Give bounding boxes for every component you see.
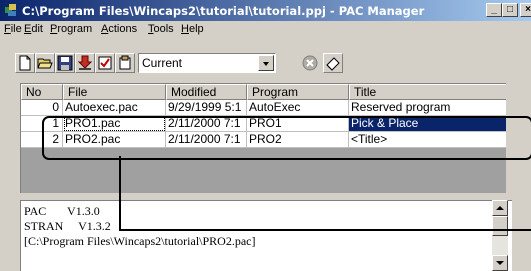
property-button[interactable] [115, 53, 135, 73]
cell-program: AutoExec [247, 100, 349, 116]
eraser-icon [326, 57, 340, 71]
cell-file: PRO2.pac [63, 132, 166, 148]
program-list[interactable]: No File Modified Program Title 0 Autoexe… [20, 83, 506, 193]
minimize-button[interactable]: _ [486, 3, 502, 17]
cell-title: Pick & Place [349, 116, 506, 132]
toolbar: Current [0, 40, 531, 76]
cell-no: 0 [21, 100, 63, 116]
chevron-down-icon[interactable] [258, 55, 274, 71]
check-button[interactable] [95, 53, 115, 73]
output-pane[interactable]: PAC V1.3.0 STRAN V1.3.2 [C:\Program File… [20, 200, 512, 271]
cell-file: Autoexec.pac [63, 100, 166, 116]
col-header-modified[interactable]: Modified [166, 84, 247, 100]
table-row-selected[interactable]: 1 PRO1.pac 2/11/2000 7:1 PRO1 Pick & Pla… [21, 116, 506, 132]
cell-program: PRO2 [247, 132, 349, 148]
cell-modified: 9/29/1999 5:1 [166, 100, 247, 116]
close-button[interactable]: × [520, 3, 531, 17]
table-row[interactable]: 2 PRO2.pac 2/11/2000 7:1 PRO2 <Title> [21, 132, 506, 148]
output-line: STRAN V1.3.2 [24, 219, 111, 233]
menu-help[interactable]: Help [181, 23, 204, 35]
table-row[interactable]: 0 Autoexec.pac 9/29/1999 5:1 AutoExec Re… [21, 100, 506, 116]
col-header-no[interactable]: No [21, 84, 63, 100]
cell-no: 2 [21, 132, 63, 148]
scroll-down-button[interactable] [492, 255, 508, 271]
chevron-down-icon [496, 261, 504, 265]
cell-no: 1 [21, 116, 63, 132]
stop-button[interactable] [300, 53, 320, 73]
output-line: [C:\Program Files\Wincaps2\tutorial\PRO2… [24, 234, 256, 248]
scroll-up-button[interactable] [492, 200, 508, 216]
new-file-icon [19, 55, 31, 71]
col-header-program[interactable]: Program [247, 84, 349, 100]
combo-value: Current [142, 56, 183, 70]
menu-actions[interactable]: Actions [101, 23, 137, 35]
cell-title: Reserved program [349, 100, 506, 116]
menu-program[interactable]: Program [50, 23, 92, 35]
open-folder-icon [37, 58, 53, 69]
save-icon [57, 55, 73, 71]
cell-title: <Title> [349, 132, 506, 148]
col-header-title[interactable]: Title [349, 84, 506, 100]
cell-program: PRO1 [247, 116, 349, 132]
cell-modified: 2/11/2000 7:1 [166, 132, 247, 148]
menu-file[interactable]: File [4, 23, 22, 35]
clip-icon [119, 55, 131, 70]
erase-button[interactable] [323, 53, 343, 73]
maximize-button[interactable]: □ [502, 3, 518, 17]
output-line: PAC V1.3.0 [24, 204, 100, 218]
stop-icon [302, 55, 318, 71]
check-icon [98, 56, 112, 70]
col-header-file[interactable]: File [63, 84, 166, 100]
title-bar[interactable]: C:\Program Files\Wincaps2\tutorial\tutor… [0, 0, 531, 21]
window-title: C:\Program Files\Wincaps2\tutorial\tutor… [22, 4, 425, 18]
new-button[interactable] [15, 53, 35, 73]
menu-tools[interactable]: Tools [148, 23, 174, 35]
output-scrollbar[interactable] [492, 200, 508, 271]
scroll-thumb[interactable] [492, 216, 508, 236]
save-button[interactable] [55, 53, 75, 73]
download-button[interactable] [75, 53, 95, 73]
menu-edit[interactable]: Edit [24, 23, 43, 35]
cell-file: PRO1.pac [63, 116, 166, 132]
chevron-up-icon [496, 206, 504, 210]
menu-bar: File Edit Program Actions Tools Help [0, 21, 531, 39]
pac-manager-window: C:\Program Files\Wincaps2\tutorial\tutor… [0, 0, 531, 271]
app-icon [5, 4, 16, 16]
cell-modified: 2/11/2000 7:1 [166, 116, 247, 132]
open-button[interactable] [35, 53, 55, 73]
version-combo[interactable]: Current [138, 53, 276, 73]
download-icon [77, 55, 93, 70]
